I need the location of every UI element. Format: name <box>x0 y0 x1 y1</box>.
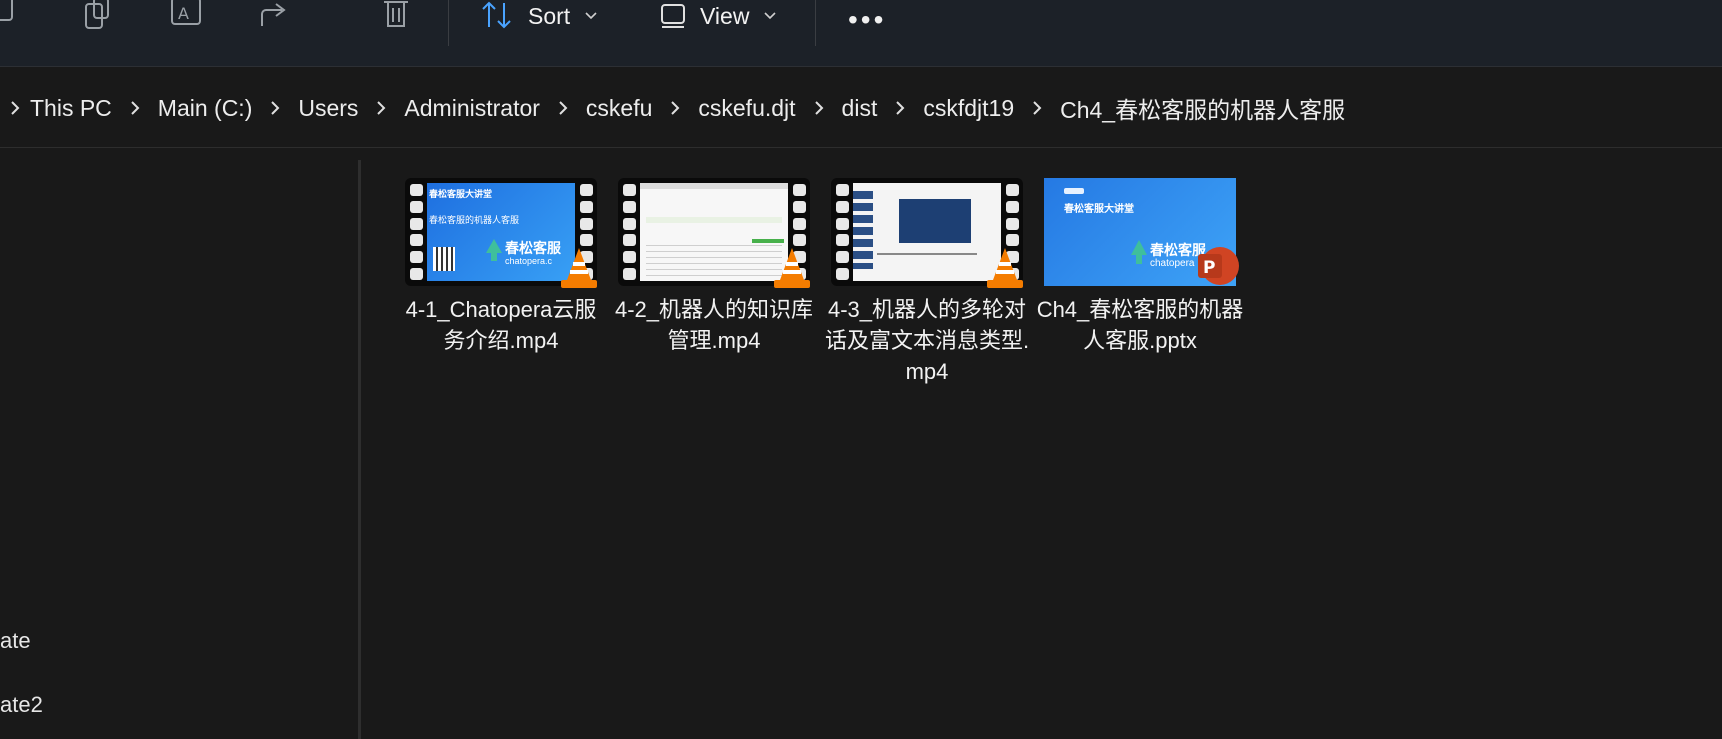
file-item[interactable]: 4-2_机器人的知识库管理.mp4 <box>609 178 819 356</box>
qr-code <box>433 247 455 271</box>
presentation-thumbnail: 春松客服大讲堂 春松客服 chatopera P <box>1044 178 1239 286</box>
vlc-icon <box>987 248 1023 288</box>
nav-item[interactable]: ate2 <box>0 692 43 718</box>
navigation-pane: ate ate2 <box>0 148 358 739</box>
breadcrumb-item[interactable]: This PC <box>30 95 120 122</box>
chevron-right-icon <box>660 100 690 116</box>
breadcrumb-item[interactable]: Main (C:) <box>150 95 261 122</box>
thumb-banner <box>646 217 782 223</box>
file-item[interactable]: 春松客服大讲堂 春松客服 chatopera P Ch4_春松客服的机器人客服.… <box>1035 178 1245 356</box>
file-name: 4-1_Chatopera云服务介绍.mp4 <box>405 297 597 353</box>
delete-icon[interactable] <box>374 0 418 34</box>
breadcrumb: This PC Main (C:) Users Administrator cs… <box>0 91 1353 125</box>
chevron-right-icon <box>885 100 915 116</box>
chevron-down-icon <box>764 12 777 20</box>
breadcrumb-item[interactable]: cskefu.djt <box>690 95 803 122</box>
thumb-rows <box>646 245 782 279</box>
address-bar[interactable]: This PC Main (C:) Users Administrator cs… <box>0 67 1722 148</box>
pane-splitter[interactable] <box>358 160 361 739</box>
breadcrumb-item[interactable]: cskfdjt19 <box>915 95 1022 122</box>
video-thumbnail <box>831 178 1023 288</box>
tree-logo-icon <box>1131 240 1147 264</box>
chevron-right-icon <box>548 100 578 116</box>
chevron-right-icon <box>1022 100 1052 116</box>
thumb-brand: 春松客服 <box>505 240 561 256</box>
file-item[interactable]: 4-3_机器人的多轮对话及富文本消息类型.mp4 <box>822 178 1032 387</box>
share-icon[interactable] <box>252 0 296 34</box>
sort-icon <box>482 1 511 29</box>
thumb-green-button <box>752 239 784 243</box>
sort-button[interactable]: Sort <box>480 0 598 32</box>
vlc-icon <box>774 248 810 288</box>
breadcrumb-item[interactable]: Administrator <box>396 95 547 122</box>
video-thumbnail <box>618 178 810 288</box>
chevron-right-icon <box>0 100 30 116</box>
thumb-title: 春松客服大讲堂 <box>1064 204 1134 215</box>
thumb-browser-bar <box>640 183 788 189</box>
file-name: 4-2_机器人的知识库管理.mp4 <box>614 297 814 353</box>
svg-text:A: A <box>178 4 189 23</box>
chevron-right-icon <box>260 100 290 116</box>
toolbar-separator <box>815 0 816 46</box>
tree-logo-icon <box>486 239 502 261</box>
chevron-right-icon <box>120 100 150 116</box>
nav-item[interactable]: ate <box>0 628 31 654</box>
breadcrumb-item[interactable]: cskefu <box>578 95 660 122</box>
thumb-site: chatopera.c <box>505 256 553 266</box>
paste-icon[interactable] <box>78 0 122 34</box>
chevron-down-icon <box>585 12 597 20</box>
file-name: 4-3_机器人的多轮对话及富文本消息类型.mp4 <box>824 297 1030 384</box>
thumb-logo <box>1064 188 1084 194</box>
thumb-slide <box>899 199 971 243</box>
file-name: Ch4_春松客服的机器人客服.pptx <box>1036 297 1244 353</box>
rename-icon[interactable]: A <box>164 0 208 34</box>
vlc-icon <box>561 248 597 288</box>
breadcrumb-item[interactable]: dist <box>834 95 886 122</box>
file-item[interactable]: 春松客服大讲堂 春松客服的机器人客服 春松客服 chatopera.c 4-1_… <box>396 178 606 356</box>
file-list: 春松客服大讲堂 春松客服的机器人客服 春松客服 chatopera.c 4-1_… <box>362 148 1722 739</box>
thumb-notes <box>877 253 977 255</box>
thumb-subtitle: 春松客服的机器人客服 <box>429 215 520 225</box>
command-bar: A Sort View ••• <box>0 0 1722 67</box>
toolbar-separator <box>448 0 449 46</box>
thumb-title: 春松客服大讲堂 <box>429 189 493 199</box>
breadcrumb-item[interactable]: Users <box>290 95 366 122</box>
chevron-right-icon <box>804 100 834 116</box>
copy-icon[interactable] <box>0 0 26 34</box>
sort-label: Sort <box>528 2 571 29</box>
view-button[interactable]: View <box>660 0 777 32</box>
video-thumbnail: 春松客服大讲堂 春松客服的机器人客服 春松客服 chatopera.c <box>405 178 597 288</box>
svg-text:P: P <box>1203 258 1215 278</box>
powerpoint-icon: P <box>1198 247 1239 285</box>
thumb-slide-panel <box>853 191 873 269</box>
chevron-right-icon <box>366 100 396 116</box>
thumb-site: chatopera <box>1150 258 1195 269</box>
view-icon <box>661 4 685 28</box>
more-options-button[interactable]: ••• <box>848 4 886 36</box>
breadcrumb-item-current[interactable]: Ch4_春松客服的机器人客服 <box>1052 91 1353 125</box>
view-label: View <box>700 2 750 29</box>
